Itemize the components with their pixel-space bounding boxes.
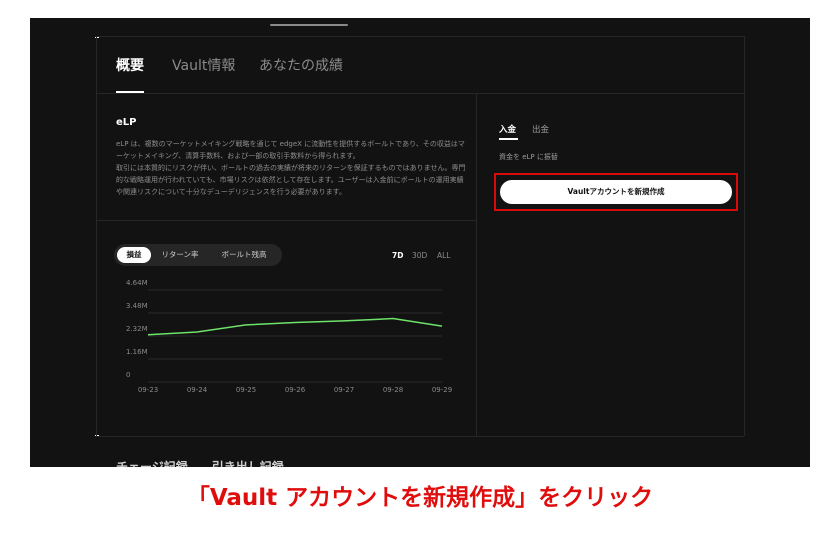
y-tick-label: 2.32M [126,325,148,333]
pnl-chart: 0 1.16M 2.32M 3.48M 4.64M 09-23 09-24 09-25 09-2… [126,279,452,394]
active-side-tab-indicator [499,138,518,140]
x-tick-label: 09-24 [187,386,208,394]
y-tick-label: 1.16M [126,348,148,356]
transfer-note: 資金を eLP に振替 [499,153,558,161]
x-tick-label: 09-23 [138,386,158,394]
x-tick-label: 09-28 [383,386,403,394]
x-tick-label: 09-29 [432,386,452,394]
tab-withdraw[interactable]: 出金 [532,123,549,135]
pnl-series-line [147,317,443,336]
x-tick-label: 09-25 [236,386,256,394]
tab-deposit[interactable]: 入金 [499,123,516,135]
app-screenshot: 概要 Vault情報 あなたの成績 eLP eLP は、複数のマーケットメイキン… [30,18,810,467]
create-vault-account-button[interactable]: Vaultアカウントを新規作成 [500,180,732,204]
x-tick-label: 09-27 [334,386,354,394]
y-tick-label: 0 [126,371,130,379]
x-tick-label: 09-26 [285,386,306,394]
history-tabs-partial: チェージ記録 引き出し記録 [116,460,284,467]
y-tick-label: 3.48M [126,302,148,310]
y-tick-label: 4.64M [126,279,148,287]
instruction-caption: 「Vault アカウントを新規作成」をクリック [186,485,654,511]
